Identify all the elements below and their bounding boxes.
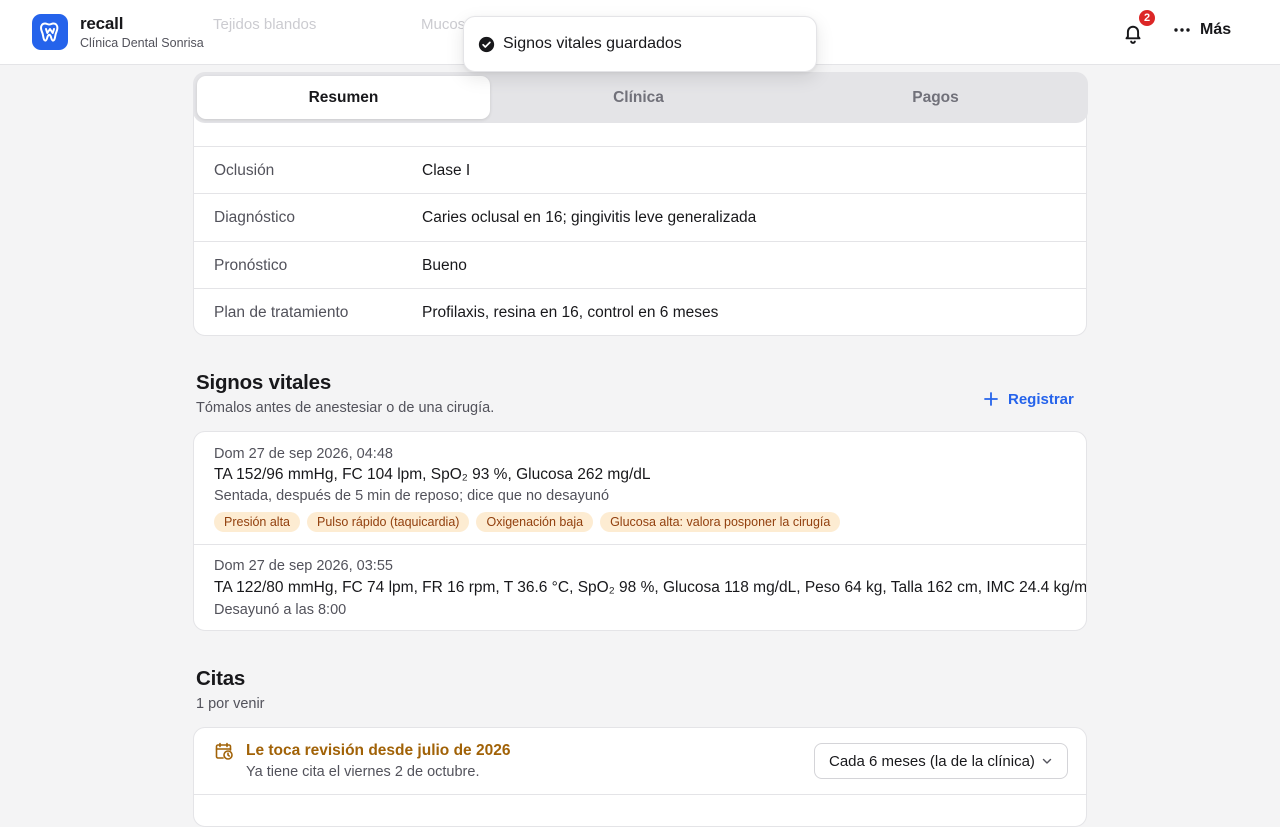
exam-label-treatment-plan: Plan de tratamiento <box>214 303 349 321</box>
recall-subtitle: Ya tiene cita el viernes 2 de octubre. <box>246 764 480 780</box>
vitals-title: Signos vitales <box>196 371 332 394</box>
more-label: Más <box>1200 21 1232 38</box>
exam-row: Oclusión Clase I <box>194 146 1086 194</box>
exam-row: Plan de tratamiento Profilaxis, resina e… <box>194 288 1086 335</box>
tab-clinica[interactable]: Clínica <box>490 76 787 119</box>
section-tabs: Resumen Clínica Pagos <box>193 72 1088 123</box>
alert-badge-tachycardia: Pulso rápido (taquicardia) <box>307 512 470 532</box>
chevron-down-icon <box>1042 758 1052 764</box>
vitals-alerts: Presión alta Pulso rápido (taquicardia) … <box>214 512 841 532</box>
alert-badge-low-oxygen: Oxigenación baja <box>476 512 594 532</box>
recall-interval-select[interactable]: Cada 6 meses (la de la clínica) <box>814 743 1068 779</box>
notifications-badge: 2 <box>1137 8 1157 28</box>
recall-divider <box>194 794 1086 795</box>
vitals-entry: Dom 27 de sep 2026, 04:48 TA 152/96 mmHg… <box>194 432 1086 544</box>
toast-message: Signos vitales guardados <box>503 35 682 52</box>
vitals-date: Dom 27 de sep 2026, 04:48 <box>214 446 393 462</box>
app-name: recall <box>80 13 124 33</box>
alert-badge-high-pressure: Presión alta <box>214 512 301 532</box>
exam-label-diagnosis: Diagnóstico <box>214 208 295 226</box>
tab-resumen[interactable]: Resumen <box>197 76 490 119</box>
exam-label-prognosis: Pronóstico <box>214 256 288 274</box>
tooth-logo-icon <box>32 14 68 50</box>
notifications-button[interactable]: 2 <box>1120 8 1157 46</box>
more-menu-button[interactable]: Más <box>1172 20 1231 40</box>
vitals-readings: TA 122/80 mmHg, FC 74 lpm, FR 16 rpm, T … <box>214 579 1087 596</box>
clinic-name: Clínica Dental Sonrisa <box>80 35 204 50</box>
exam-value-prognosis: Bueno <box>422 256 467 274</box>
ghost-row-label: Tejidos blandos <box>213 16 317 33</box>
exam-value-occlusion: Clase I <box>422 161 471 179</box>
brand[interactable]: recall Clínica Dental Sonrisa <box>32 14 204 50</box>
appointments-subtitle: 1 por venir <box>196 696 265 712</box>
register-vitals-button[interactable]: Registrar <box>982 390 1074 408</box>
vitals-subtitle: Tómalos antes de anestesiar o de una cir… <box>196 400 495 416</box>
exam-row: Diagnóstico Caries oclusal en 16; gingiv… <box>194 193 1086 241</box>
vitals-card: Dom 27 de sep 2026, 04:48 TA 152/96 mmHg… <box>193 431 1087 631</box>
exam-row: Pronóstico Bueno <box>194 241 1086 289</box>
recall-card: Le toca revisión desde julio de 2026 Ya … <box>193 727 1087 827</box>
vitals-readings: TA 152/96 mmHg, FC 104 lpm, SpO₂ 93 %, G… <box>214 466 651 483</box>
check-circle-icon <box>478 36 495 52</box>
vitals-date: Dom 27 de sep 2026, 03:55 <box>214 558 393 574</box>
appointments-title: Citas <box>196 667 246 690</box>
exam-value-treatment-plan: Profilaxis, resina en 16, control en 6 m… <box>422 303 719 321</box>
exam-label-occlusion: Oclusión <box>214 161 275 179</box>
register-label: Registrar <box>1008 390 1074 408</box>
vitals-note: Desayunó a las 8:00 <box>214 602 347 618</box>
vitals-note: Sentada, después de 5 min de reposo; dic… <box>214 488 610 504</box>
alert-badge-high-glucose: Glucosa alta: valora posponer la cirugía <box>600 512 841 532</box>
calendar-clock-icon <box>215 742 233 760</box>
recall-interval-value: Cada 6 meses (la de la clínica) <box>829 752 1035 770</box>
vitals-entry: Dom 27 de sep 2026, 03:55 TA 122/80 mmHg… <box>194 545 1087 630</box>
plus-icon <box>984 392 998 406</box>
exam-value-diagnosis: Caries oclusal en 16; gingivitis leve ge… <box>422 208 757 226</box>
tab-pagos[interactable]: Pagos <box>787 76 1084 119</box>
toast-notification: Signos vitales guardados <box>463 16 817 72</box>
recall-title: Le toca revisión desde julio de 2026 <box>246 742 511 759</box>
exam-card: Oclusión Clase I Diagnóstico Caries oclu… <box>193 104 1087 336</box>
more-dots-icon <box>1174 28 1190 32</box>
